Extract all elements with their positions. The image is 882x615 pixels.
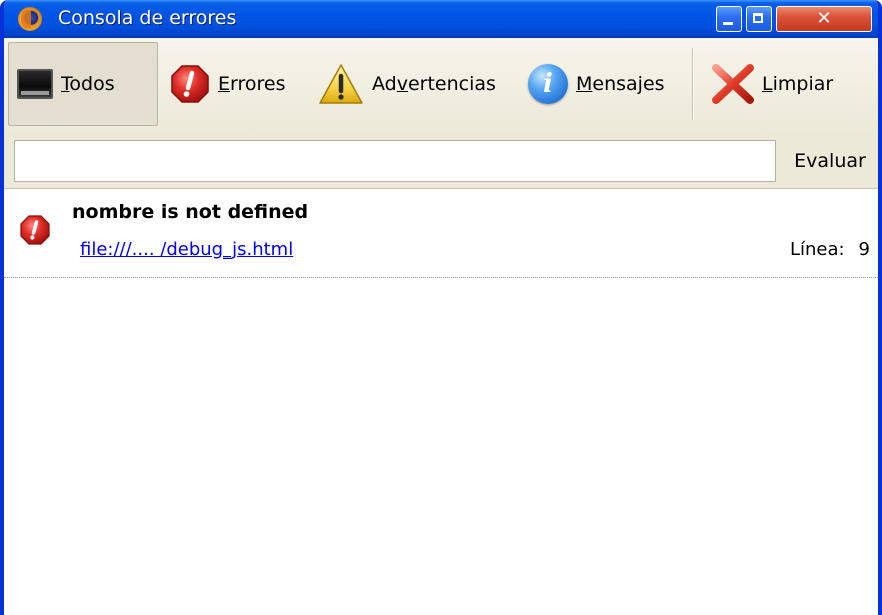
warning-icon (319, 64, 363, 104)
clear-icon (712, 64, 754, 104)
monitor-icon (17, 69, 53, 99)
toolbar-buttons: Todos Errores Advertencias i Mensajes Li… (4, 42, 878, 126)
todos-label: Todos (61, 73, 115, 95)
errores-button[interactable]: Errores (162, 42, 302, 126)
error-icon (171, 65, 209, 103)
code-input[interactable] (14, 140, 776, 182)
toolbar-separator (692, 48, 694, 120)
window-title: Consola de errores (58, 7, 237, 29)
limpiar-button[interactable]: Limpiar (704, 42, 854, 126)
evaluate-bar: Evaluar (4, 134, 878, 189)
message-row[interactable]: nombre is not defined file:///.... /debu… (4, 189, 878, 278)
message-text: nombre is not defined (72, 201, 309, 223)
mensajes-button[interactable]: i Mensajes (520, 42, 686, 126)
minimize-button[interactable] (716, 6, 742, 32)
line-info: Línea: 9 (789, 239, 870, 260)
error-console-window: Consola de errores ✕ Todos Errores Adver… (0, 0, 882, 615)
info-icon: i (528, 64, 568, 104)
evaluate-button[interactable]: Evaluar (782, 140, 878, 182)
firefox-icon (18, 7, 42, 31)
limpiar-label: Limpiar (762, 73, 834, 95)
advertencias-button[interactable]: Advertencias (310, 42, 514, 126)
close-icon: ✕ (816, 8, 832, 29)
title-bar[interactable]: Consola de errores ✕ (4, 0, 878, 38)
message-list[interactable]: nombre is not defined file:///.... /debu… (4, 189, 878, 615)
toolbar: Todos Errores Advertencias i Mensajes Li… (4, 38, 878, 135)
advertencias-label: Advertencias (372, 73, 496, 95)
maximize-button[interactable] (746, 6, 772, 32)
error-icon (20, 215, 50, 245)
source-link[interactable]: file:///.... /debug_js.html (80, 239, 293, 260)
todos-button[interactable]: Todos (8, 42, 158, 126)
errores-label: Errores (218, 73, 286, 95)
mensajes-label: Mensajes (576, 73, 665, 95)
close-button[interactable]: ✕ (776, 6, 872, 32)
